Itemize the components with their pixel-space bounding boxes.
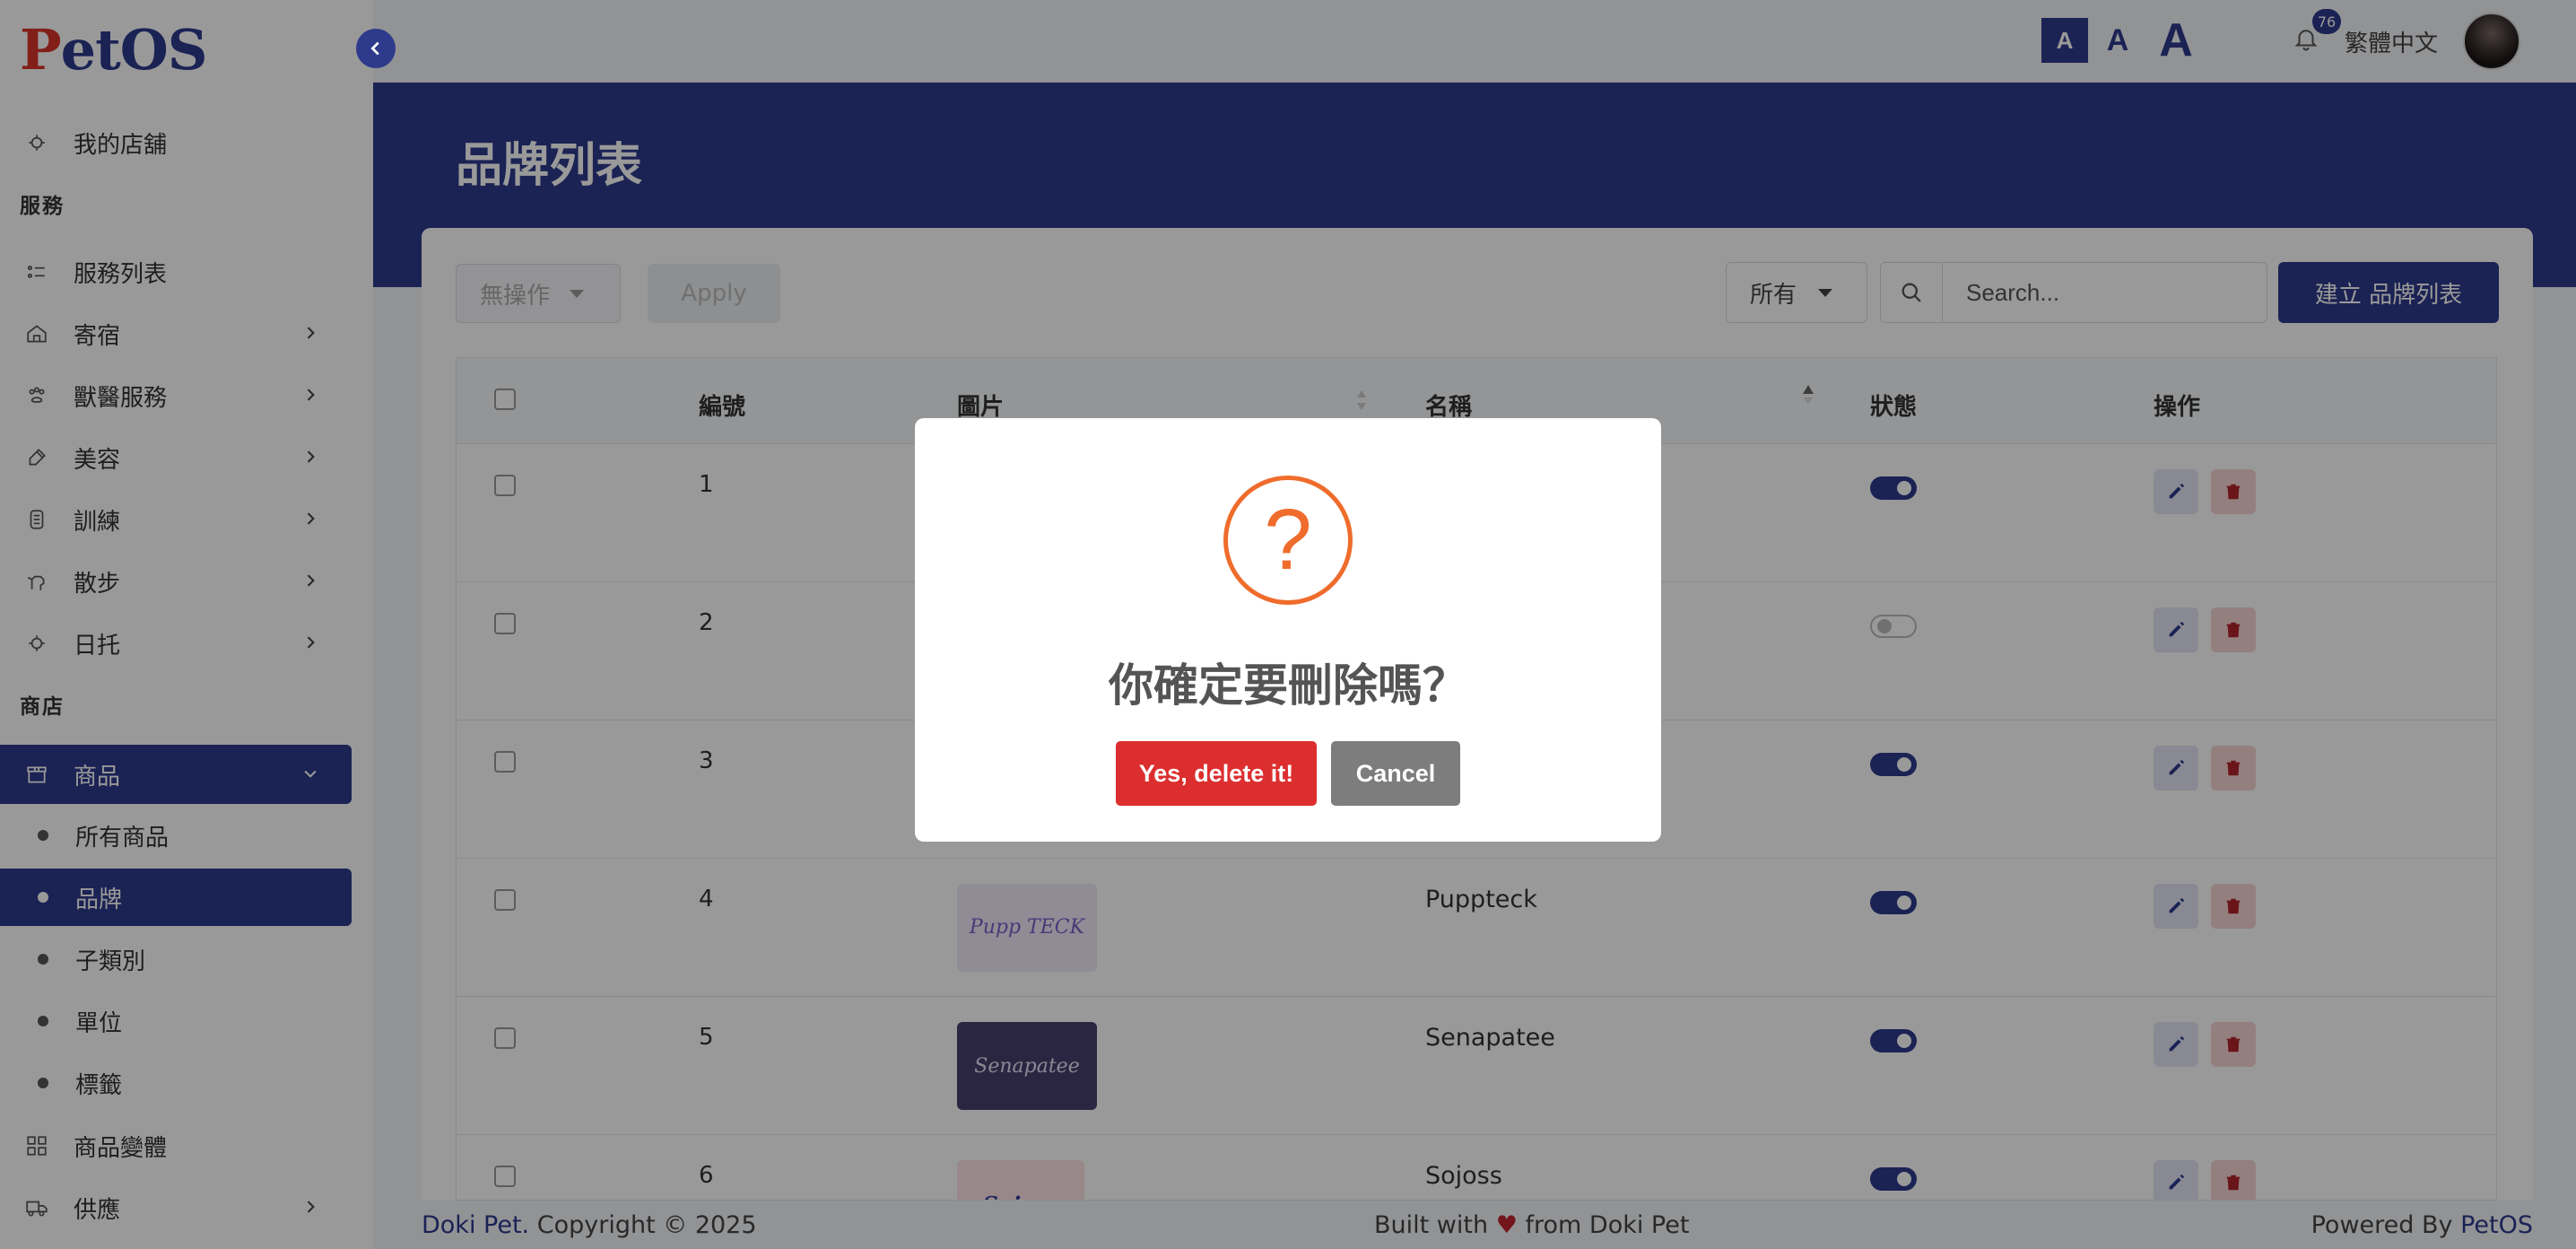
chevron-left-icon	[370, 41, 379, 56]
dialog-title: 你確定要刪除嗎？	[1109, 659, 1467, 712]
confirm-delete-dialog: ? 你確定要刪除嗎？ Yes, delete it! Cancel	[915, 418, 1661, 842]
confirm-delete-button[interactable]: Yes, delete it!	[1116, 741, 1317, 806]
cancel-button[interactable]: Cancel	[1331, 741, 1460, 806]
sidebar-collapse-button[interactable]	[356, 29, 396, 68]
question-icon: ?	[1223, 476, 1353, 605]
